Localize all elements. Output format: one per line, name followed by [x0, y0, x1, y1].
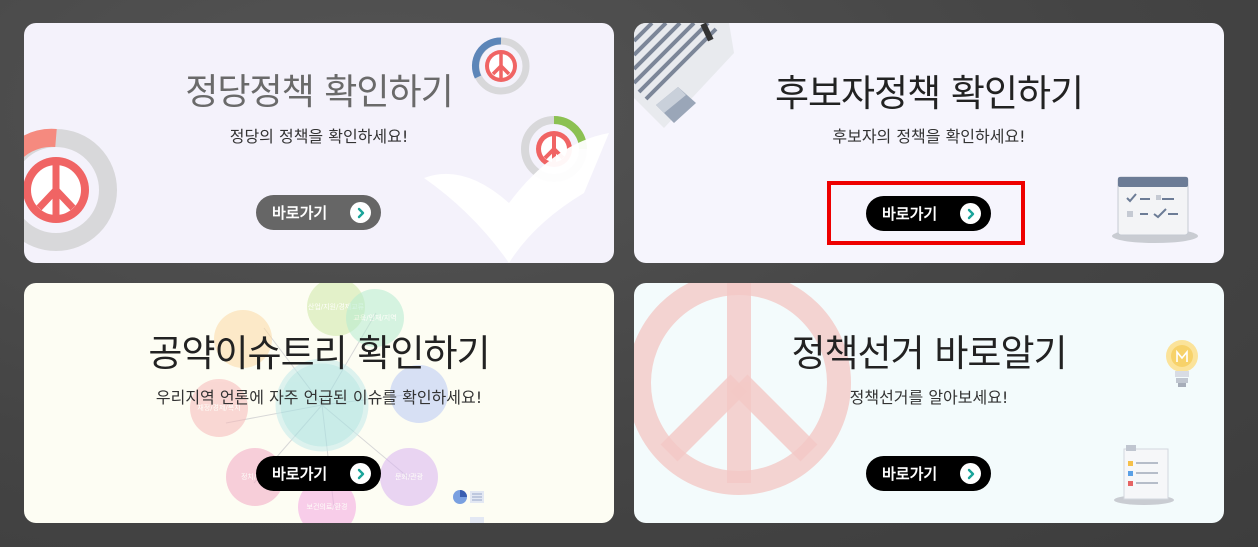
checkmark-icon — [424, 133, 609, 263]
card-title: 후보자정책 확인하기 — [774, 72, 1084, 115]
card-subtitle: 후보자의 정책을 확인하세요! — [832, 127, 1026, 146]
arrow-right-icon — [350, 463, 371, 484]
issue-tree-card[interactable]: 산업/지원/경제교류 교육/인재/지역 재정/경제/복지 정치/행정 문화/관광… — [24, 283, 614, 523]
card-title: 공약이슈트리 확인하기 — [148, 332, 490, 375]
go-button-label: 바로가기 — [882, 465, 938, 483]
go-button[interactable]: 바로가기 — [866, 456, 991, 491]
go-button[interactable]: 바로가기 — [866, 196, 991, 231]
go-button-label: 바로가기 — [272, 204, 328, 222]
card-title: 정책선거 바로알기 — [791, 332, 1067, 375]
party-policy-card[interactable]: 정당정책 확인하기 정당의 정책을 확인하세요! 바로가기 — [24, 23, 614, 263]
policy-election-card[interactable]: 정책선거 바로알기 정책선거를 알아보세요! 바로가기 — [634, 283, 1224, 523]
arrow-right-icon — [350, 202, 371, 223]
go-button-label: 바로가기 — [272, 465, 328, 483]
pie-chart-icon — [453, 490, 484, 523]
card-title: 정당정책 확인하기 — [185, 72, 453, 113]
go-button-label: 바로가기 — [882, 205, 938, 223]
candidate-policy-card[interactable]: 후보자정책 확인하기 후보자의 정책을 확인하세요! 바로가기 — [634, 23, 1224, 263]
arrow-right-icon — [960, 463, 981, 484]
arrow-right-icon — [960, 203, 981, 224]
checklist-icon — [1114, 445, 1174, 505]
card-subtitle: 정책선거를 알아보세요! — [849, 388, 1009, 407]
card-subtitle: 우리지역 언론에 자주 언급된 이슈를 확인하세요! — [155, 388, 483, 407]
card-subtitle: 정당의 정책을 확인하세요! — [229, 127, 409, 146]
go-button[interactable]: 바로가기 — [256, 456, 381, 491]
issue-bubble: 문화/관광 — [380, 448, 438, 506]
checklist-icon — [1112, 176, 1198, 243]
go-button[interactable]: 바로가기 — [256, 195, 381, 230]
